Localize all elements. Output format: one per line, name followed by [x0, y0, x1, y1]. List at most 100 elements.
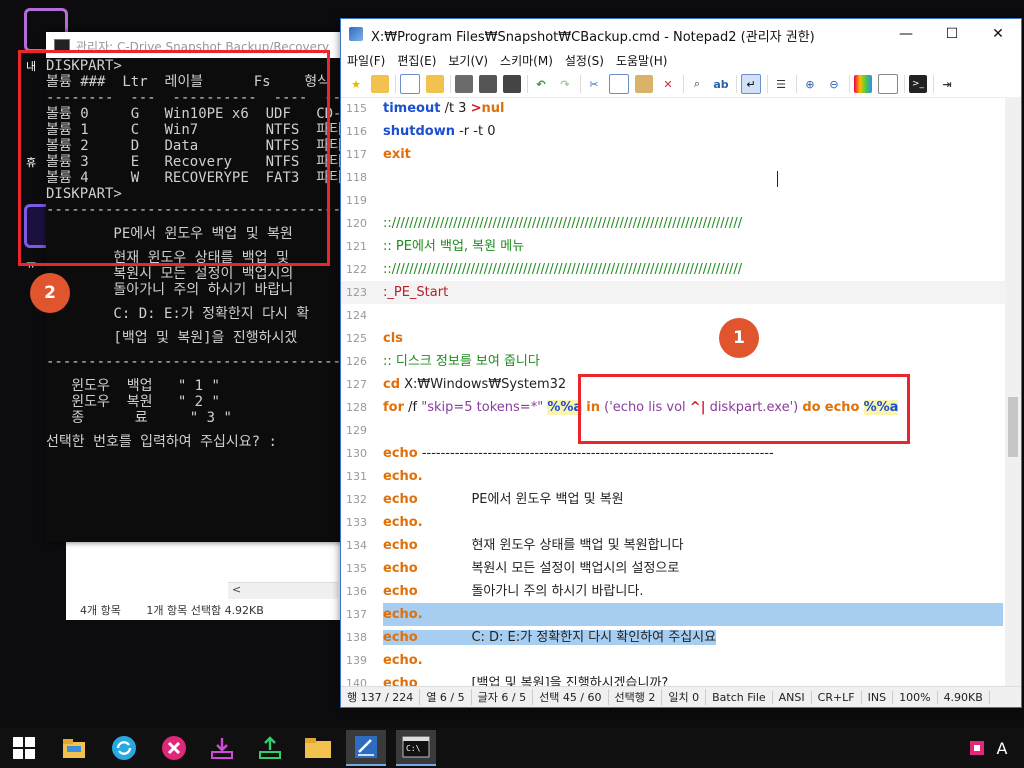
- download-icon[interactable]: [202, 730, 242, 766]
- find-icon[interactable]: ⌕: [688, 75, 706, 93]
- editor-line[interactable]: 135 echo 복원시 모든 설정이 백업시의 설정으로: [341, 557, 1005, 580]
- word-wrap-icon[interactable]: ↵: [741, 74, 761, 94]
- menu-settings[interactable]: 설정(S): [565, 52, 604, 69]
- menu-scheme[interactable]: 스키마(M): [500, 52, 553, 69]
- editor-line[interactable]: 123:_PE_Start: [341, 281, 1005, 304]
- upload-icon[interactable]: [250, 730, 290, 766]
- explorer-icon[interactable]: [54, 730, 94, 766]
- code-token: echo: [383, 446, 418, 461]
- editor-line[interactable]: 116 shutdown -r -t 0: [341, 120, 1005, 143]
- code-token: timeout: [383, 101, 441, 116]
- scroll-left-icon[interactable]: <: [232, 583, 241, 596]
- editor-line[interactable]: 132 echo PE에서 윈도우 백업 및 복원: [341, 488, 1005, 511]
- status-field: CR+LF: [812, 690, 862, 704]
- copy-icon[interactable]: [609, 74, 629, 94]
- editor-line[interactable]: 133 echo.: [341, 511, 1005, 534]
- editor-line[interactable]: 140 echo [백업 및 복원]을 진행하시겠습니까?: [341, 672, 1005, 687]
- menu-help[interactable]: 도움말(H): [616, 52, 668, 69]
- editor-line[interactable]: 125 cls: [341, 327, 1005, 350]
- editor-line[interactable]: 120::///////////////////////////////////…: [341, 212, 1005, 235]
- editor-line[interactable]: 137 echo.: [341, 603, 1005, 626]
- scheme-icon[interactable]: [854, 75, 872, 93]
- editor-line[interactable]: 131 echo.: [341, 465, 1005, 488]
- editor-line[interactable]: 138 echo C: D: E:가 정확한지 다시 확인하여 주십시요: [341, 626, 1005, 649]
- close-x-icon[interactable]: [154, 730, 194, 766]
- code-text: :_PE_Start: [383, 281, 448, 304]
- undo-icon[interactable]: ↶: [532, 75, 550, 93]
- input-language-indicator[interactable]: A: [990, 730, 1014, 766]
- menu-edit[interactable]: 편집(E): [397, 52, 436, 69]
- start-icon[interactable]: [4, 730, 44, 766]
- line-number: 137: [346, 608, 367, 621]
- editor-line[interactable]: 136 echo 돌아가니 주의 하시기 바랍니다.: [341, 580, 1005, 603]
- tray-app-icon[interactable]: [966, 730, 988, 766]
- code-token: echo.: [383, 515, 423, 530]
- save-as-icon[interactable]: [479, 75, 497, 93]
- cut-icon[interactable]: ✂: [585, 75, 603, 93]
- code-text: :://////////////////////////////////////…: [383, 212, 742, 235]
- refresh-icon[interactable]: [104, 730, 144, 766]
- editor-line[interactable]: 121:: PE에서 백업, 복원 메뉴: [341, 235, 1005, 258]
- line-number: 140: [346, 677, 367, 687]
- code-token: for: [383, 400, 404, 415]
- code-token: 현재 윈도우 상태를 백업 및 복원합니다: [417, 538, 684, 553]
- code-token: echo: [383, 584, 418, 599]
- status-field: 4.90KB: [938, 690, 990, 704]
- code-token: echo: [383, 538, 418, 553]
- maximize-button[interactable]: ☐: [929, 19, 975, 49]
- save-copy-icon[interactable]: [503, 75, 521, 93]
- redo-icon[interactable]: ↷: [556, 75, 574, 93]
- step-badge-2: 2: [30, 273, 70, 313]
- code-text: echo 현재 윈도우 상태를 백업 및 복원합니다: [383, 534, 683, 557]
- folder-icon[interactable]: [298, 730, 338, 766]
- status-field: 100%: [893, 690, 938, 704]
- line-number: 130: [346, 447, 367, 460]
- favorites-star-icon[interactable]: ★: [347, 75, 365, 93]
- list-options-icon[interactable]: ☰: [772, 75, 790, 93]
- editor-line[interactable]: 117 exit: [341, 143, 1005, 166]
- status-field: ANSI: [773, 690, 812, 704]
- horizontal-scrollbar[interactable]: <: [228, 582, 338, 599]
- editor-line[interactable]: 126:: 디스크 정보를 보여 줍니다: [341, 350, 1005, 373]
- scroll-thumb[interactable]: [1008, 397, 1018, 457]
- replace-icon[interactable]: ab: [712, 75, 730, 93]
- zoom-out-icon[interactable]: ⊖: [825, 75, 843, 93]
- editor-line[interactable]: 122::///////////////////////////////////…: [341, 258, 1005, 281]
- editor-line[interactable]: 139 echo.: [341, 649, 1005, 672]
- editor-line[interactable]: 124: [341, 304, 1005, 327]
- editor-line[interactable]: 130 echo --------------------------------…: [341, 442, 1005, 465]
- code-token: 복원시 모든 설정이 백업시의 설정으로: [417, 561, 680, 576]
- save-icon[interactable]: [455, 75, 473, 93]
- status-field: 선택행 2: [609, 689, 663, 705]
- open-folder-icon[interactable]: [371, 75, 389, 93]
- close-button[interactable]: ✕: [975, 19, 1021, 49]
- new-file-icon[interactable]: [400, 74, 420, 94]
- editor-line[interactable]: 118: [341, 166, 1005, 189]
- paste-icon[interactable]: [635, 75, 653, 93]
- open-file-icon[interactable]: [426, 75, 444, 93]
- menu-file[interactable]: 파일(F): [347, 52, 385, 69]
- exit-icon[interactable]: ⇥: [938, 75, 956, 93]
- editor-line[interactable]: 134 echo 현재 윈도우 상태를 백업 및 복원합니다: [341, 534, 1005, 557]
- code-text: shutdown -r -t 0: [383, 120, 495, 143]
- terminal-icon[interactable]: >_: [909, 75, 927, 93]
- customize-icon[interactable]: [878, 74, 898, 94]
- title-bar[interactable]: X:₩Program Files₩Snapshot₩CBackup.cmd - …: [341, 19, 1021, 49]
- delete-icon[interactable]: ✕: [659, 75, 677, 93]
- minimize-button[interactable]: —: [883, 19, 929, 49]
- console-line: C: D: E:가 정확한지 다시 확: [46, 306, 310, 322]
- menu-view[interactable]: 보기(V): [448, 52, 488, 69]
- zoom-in-icon[interactable]: ⊕: [801, 75, 819, 93]
- code-token: :: 디스크 정보를 보여 줍니다: [383, 354, 540, 369]
- code-token: shutdown: [383, 124, 455, 139]
- console-icon[interactable]: C:\: [396, 730, 436, 766]
- notepad2-window[interactable]: X:₩Program Files₩Snapshot₩CBackup.cmd - …: [340, 18, 1022, 708]
- status-field: 행 137 / 224: [341, 689, 421, 705]
- notepad2-icon[interactable]: [346, 730, 386, 766]
- line-number: 120: [346, 217, 367, 230]
- vertical-scrollbar[interactable]: [1005, 97, 1021, 687]
- editor-line[interactable]: 119: [341, 189, 1005, 212]
- editor-line[interactable]: 115 timeout /t 3 >nul: [341, 97, 1005, 120]
- line-number: 136: [346, 585, 367, 598]
